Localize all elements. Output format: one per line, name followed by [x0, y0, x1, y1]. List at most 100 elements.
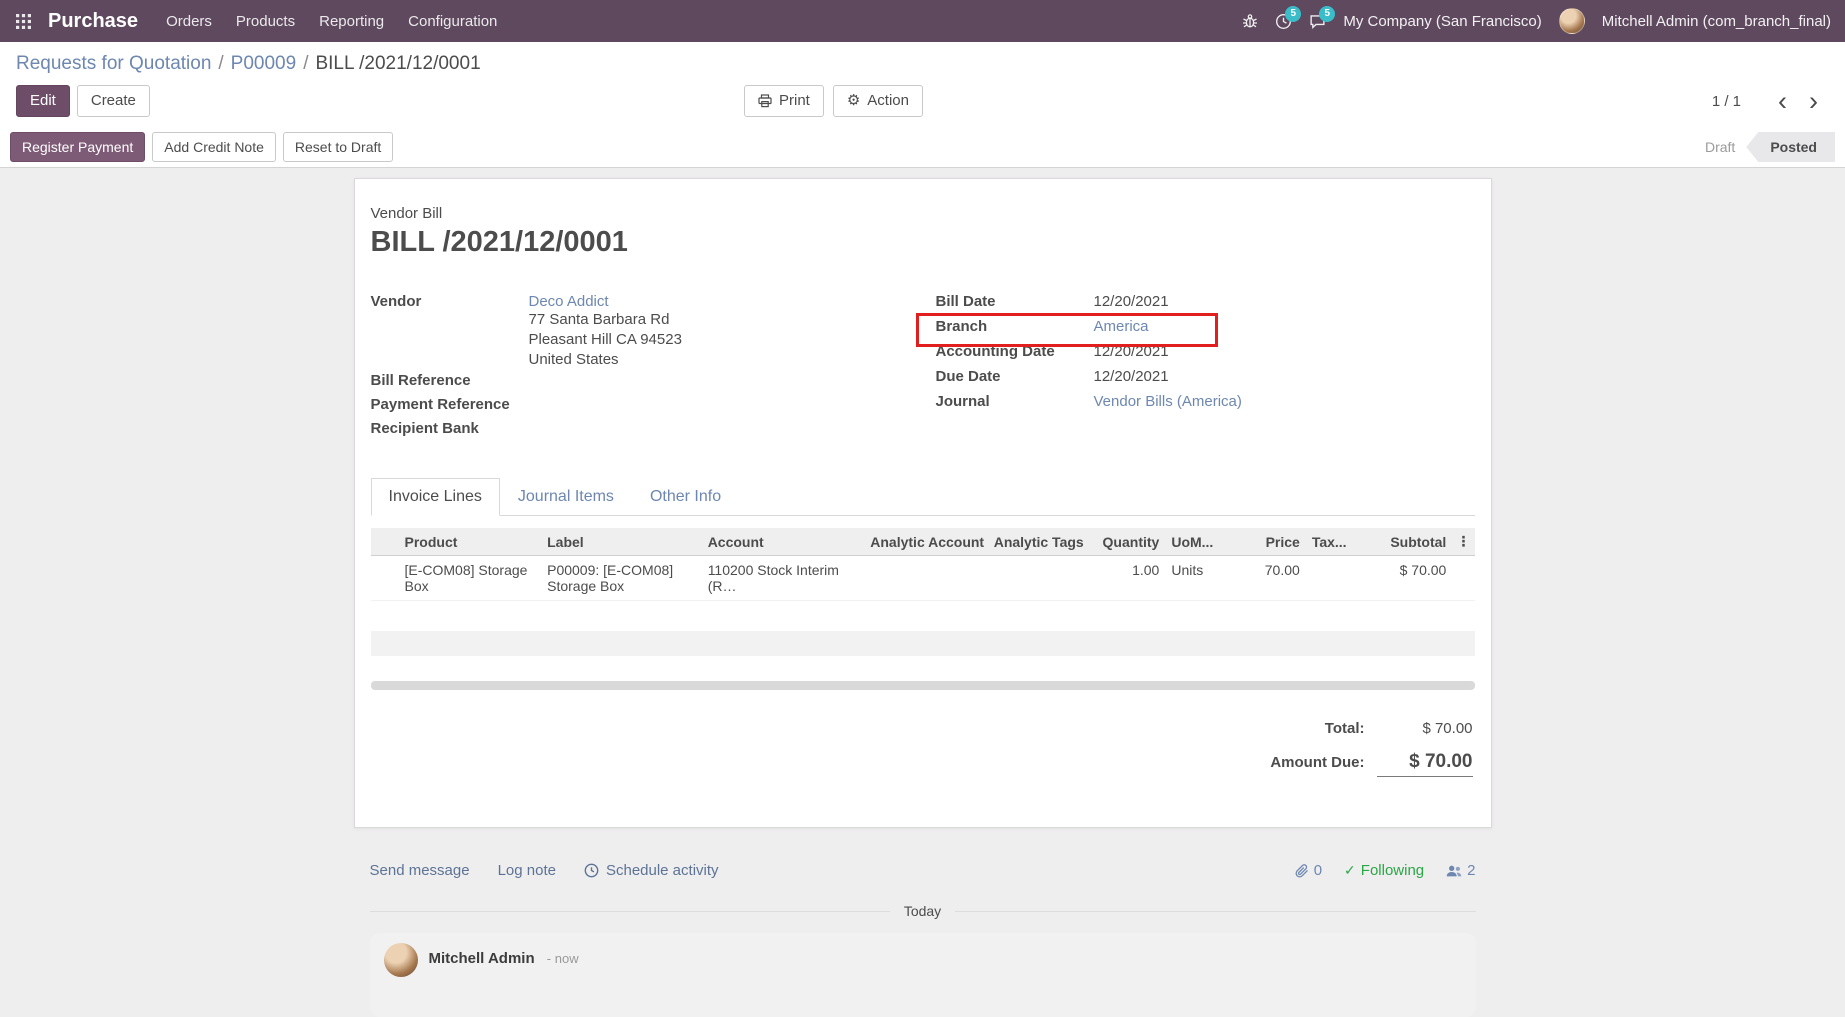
- date-divider-label: Today: [890, 903, 955, 919]
- schedule-activity-label: Schedule activity: [606, 862, 719, 879]
- log-note-label: Log note: [498, 862, 556, 879]
- invoice-line-row[interactable]: [E-COM08] Storage Box P00009: [E-COM08] …: [371, 556, 1475, 601]
- column-header-account[interactable]: Account: [702, 528, 865, 556]
- pager-next-icon[interactable]: ›: [1798, 92, 1829, 110]
- breadcrumb-requests-for-quotation[interactable]: Requests for Quotation: [16, 53, 211, 74]
- cell-label: P00009: [E-COM08] Storage Box: [541, 556, 702, 601]
- breadcrumb-current: BILL /2021/12/0001: [315, 53, 480, 74]
- add-credit-note-button[interactable]: Add Credit Note: [152, 132, 276, 162]
- state-draft[interactable]: Draft: [1690, 133, 1750, 161]
- tab-invoice-lines[interactable]: Invoice Lines: [371, 478, 500, 516]
- pager-previous-icon[interactable]: ‹: [1767, 92, 1798, 110]
- attachment-count: 0: [1314, 862, 1322, 879]
- menu-products[interactable]: Products: [236, 13, 295, 30]
- breadcrumb: Requests for Quotation/P00009/BILL /2021…: [0, 42, 1845, 78]
- column-header-label[interactable]: Label: [541, 528, 702, 556]
- apps-menu-button[interactable]: [0, 0, 46, 42]
- vendor-link[interactable]: Deco Addict: [529, 293, 609, 310]
- vendor-address-line: United States: [529, 350, 682, 370]
- column-header-analytic-account[interactable]: Analytic Account: [864, 528, 987, 556]
- edit-button[interactable]: Edit: [16, 85, 70, 117]
- gear-icon: ⚙: [847, 94, 860, 108]
- messages-bubble-icon[interactable]: 5: [1309, 13, 1326, 30]
- register-payment-button[interactable]: Register Payment: [10, 132, 145, 162]
- optional-columns-icon[interactable]: ⋮: [1452, 528, 1474, 556]
- print-button-label: Print: [779, 91, 810, 111]
- action-button-label: Action: [867, 91, 909, 111]
- control-panel-buttons: Edit Create Print ⚙ Action 1 / 1: [0, 78, 1845, 127]
- following-button[interactable]: ✓ Following: [1344, 862, 1424, 879]
- action-button[interactable]: ⚙ Action: [833, 85, 923, 117]
- cell-subtotal: $ 70.00: [1362, 556, 1452, 601]
- column-header-product[interactable]: Product: [371, 528, 542, 556]
- column-header-price[interactable]: Price: [1226, 528, 1306, 556]
- vendor-label: Vendor: [371, 293, 529, 310]
- create-button[interactable]: Create: [77, 85, 150, 117]
- bill-date-field: Bill Date 12/20/2021: [936, 293, 1475, 318]
- app-title[interactable]: Purchase: [48, 10, 138, 33]
- journal-link[interactable]: Vendor Bills (America): [1094, 393, 1242, 410]
- print-button[interactable]: Print: [744, 85, 824, 117]
- log-note-button[interactable]: Log note: [498, 862, 556, 879]
- apps-grid-icon: [16, 14, 31, 29]
- chatter-message[interactable]: Mitchell Admin - now: [370, 933, 1476, 1017]
- branch-link[interactable]: America: [1094, 318, 1149, 335]
- document-title: BILL /2021/12/0001: [371, 226, 1475, 259]
- reset-to-draft-button[interactable]: Reset to Draft: [283, 132, 393, 162]
- total-label: Total:: [1325, 720, 1365, 737]
- menu-reporting[interactable]: Reporting: [319, 13, 384, 30]
- branch-label: Branch: [936, 318, 1094, 335]
- menu-configuration[interactable]: Configuration: [408, 13, 497, 30]
- breadcrumb-separator: /: [303, 53, 308, 74]
- branch-field: Branch America: [936, 318, 1475, 343]
- following-label: Following: [1361, 862, 1424, 879]
- schedule-activity-button[interactable]: Schedule activity: [584, 862, 719, 879]
- tab-journal-items[interactable]: Journal Items: [500, 478, 632, 516]
- cell-account: 110200 Stock Interim (R…: [702, 556, 865, 601]
- statusbar: Register Payment Add Credit Note Reset t…: [0, 127, 1845, 168]
- cell-taxes: [1306, 556, 1362, 601]
- journal-field: Journal Vendor Bills (America): [936, 393, 1475, 418]
- recipient-bank-field: Recipient Bank: [371, 420, 936, 442]
- cell-quantity: 1.00: [1091, 556, 1165, 601]
- schedule-activity-clock-icon: [584, 863, 599, 878]
- attachments-button[interactable]: 0: [1295, 862, 1322, 879]
- bill-date-label: Bill Date: [936, 293, 1094, 310]
- notebook-tabs: Invoice Lines Journal Items Other Info: [371, 478, 1475, 516]
- menu-orders[interactable]: Orders: [166, 13, 212, 30]
- activities-badge: 5: [1285, 6, 1301, 22]
- company-switcher[interactable]: My Company (San Francisco): [1343, 13, 1541, 30]
- cell-analytic-tags: [988, 556, 1091, 601]
- totals-block: Total: $ 70.00 Amount Due: $ 70.00: [371, 720, 1475, 777]
- tab-other-info[interactable]: Other Info: [632, 478, 739, 516]
- cell-price: 70.00: [1226, 556, 1306, 601]
- amount-due-label: Amount Due:: [1270, 754, 1364, 771]
- cell-product: [E-COM08] Storage Box: [371, 556, 542, 601]
- bill-reference-field: Bill Reference: [371, 372, 936, 394]
- send-message-button[interactable]: Send message: [370, 862, 470, 879]
- activities-clock-icon[interactable]: 5: [1275, 13, 1292, 30]
- column-header-subtotal[interactable]: Subtotal: [1362, 528, 1452, 556]
- column-header-analytic-tags[interactable]: Analytic Tags: [988, 528, 1091, 556]
- user-menu[interactable]: Mitchell Admin (com_branch_final): [1602, 13, 1831, 30]
- bill-date-value: 12/20/2021: [1094, 293, 1169, 310]
- column-header-quantity[interactable]: Quantity: [1091, 528, 1165, 556]
- message-timestamp: - now: [547, 951, 579, 966]
- column-header-taxes[interactable]: Tax...: [1306, 528, 1362, 556]
- form-sheet: Vendor Bill BILL /2021/12/0001 Vendor De…: [354, 178, 1492, 828]
- accounting-date-field: Accounting Date 12/20/2021: [936, 343, 1475, 368]
- column-header-uom[interactable]: UoM...: [1165, 528, 1225, 556]
- debug-bug-icon[interactable]: [1242, 13, 1258, 29]
- document-type-label: Vendor Bill: [371, 205, 1475, 222]
- messages-badge: 5: [1319, 6, 1335, 22]
- pager-value: 1 / 1: [1712, 93, 1741, 110]
- state-posted[interactable]: Posted: [1746, 132, 1835, 162]
- send-message-label: Send message: [370, 862, 470, 879]
- recipient-bank-label: Recipient Bank: [371, 420, 479, 437]
- cell-analytic-account: [864, 556, 987, 601]
- user-avatar[interactable]: [1559, 8, 1585, 34]
- horizontal-scrollbar[interactable]: [371, 681, 1475, 690]
- table-header-row: Product Label Account Analytic Account A…: [371, 528, 1475, 556]
- followers-button[interactable]: 2: [1446, 862, 1475, 879]
- breadcrumb-p00009[interactable]: P00009: [231, 53, 297, 74]
